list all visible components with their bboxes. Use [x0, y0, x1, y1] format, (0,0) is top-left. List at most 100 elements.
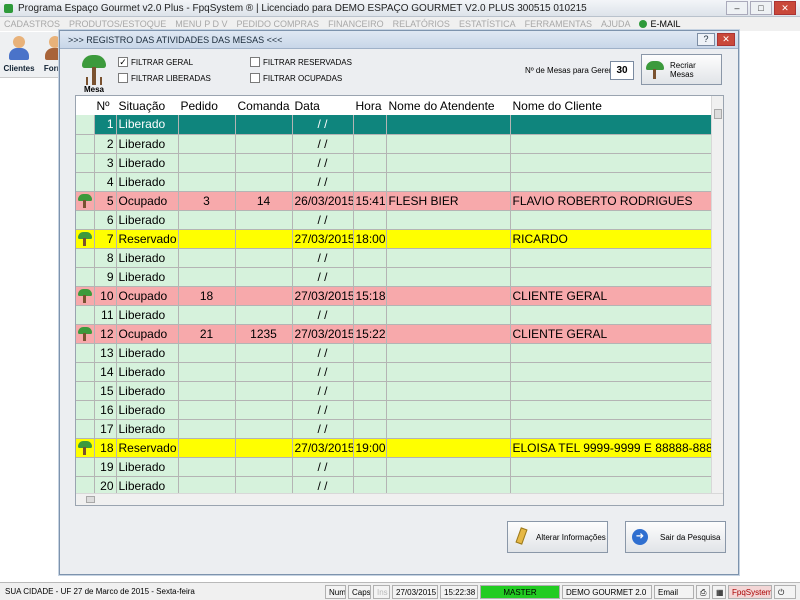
table-row[interactable]: 2 Liberado / /: [76, 134, 713, 154]
cell-n: 10: [94, 286, 117, 306]
menu-item[interactable]: PRODUTOS/ESTOQUE: [69, 19, 166, 29]
table-row[interactable]: 12 Ocupado 21 1235 27/03/2015 15:22 CLIENTE GE…: [76, 324, 713, 344]
menu-item[interactable]: MENU P D V: [175, 19, 227, 29]
table-row[interactable]: 7 Reservado 27/03/2015 18:00 RICARDO: [76, 229, 713, 249]
calculator-icon[interactable]: ▦: [712, 585, 726, 599]
cell-com: [235, 457, 293, 477]
cell-n: 11: [94, 305, 117, 325]
help-button[interactable]: ?: [697, 33, 715, 46]
fpqsystem-badge: FpqSystem: [728, 585, 772, 599]
sair-pesquisa-button[interactable]: ➜ Sair da Pesquisa: [625, 521, 726, 553]
column-header[interactable]: Data: [292, 96, 354, 115]
column-header[interactable]: Nome do Cliente: [510, 96, 713, 115]
scroll-thumb[interactable]: [714, 109, 722, 119]
filter-reservadas-checkbox[interactable]: FILTRAR RESERVADAS: [250, 57, 352, 67]
table-row[interactable]: 9 Liberado / /: [76, 267, 713, 287]
cell-n: 8: [94, 248, 117, 268]
cell-hora: [353, 343, 387, 363]
menu-item[interactable]: ESTATÍSTICA: [459, 19, 516, 29]
alterar-informacoes-button[interactable]: Alterar Informações: [507, 521, 608, 553]
cell-n: 2: [94, 134, 117, 154]
minimize-button[interactable]: –: [726, 1, 748, 15]
table-row[interactable]: 4 Liberado / /: [76, 172, 713, 192]
column-header[interactable]: Pedido: [178, 96, 236, 115]
menu-item[interactable]: FINANCEIRO: [328, 19, 384, 29]
horizontal-scrollbar[interactable]: [76, 493, 723, 505]
pencil-icon: [514, 528, 526, 546]
menu-item-email[interactable]: E-MAIL: [639, 19, 689, 29]
cell-cli: [510, 153, 713, 173]
clients-icon: [8, 36, 30, 60]
cell-n: 15: [94, 381, 117, 401]
cell-n: 18: [94, 438, 117, 458]
menu-item[interactable]: AJUDA: [601, 19, 631, 29]
cell-cli: [510, 457, 713, 477]
row-indicator: [76, 286, 95, 306]
status-ins: Ins: [373, 585, 390, 599]
table-row[interactable]: 1 Liberado / /: [76, 115, 713, 135]
cell-data: / /: [292, 362, 354, 382]
menu-item[interactable]: CADASTROS: [4, 19, 60, 29]
column-header[interactable]: Hora: [353, 96, 387, 115]
cell-sit: Liberado: [116, 267, 179, 287]
table-row[interactable]: 10 Ocupado 18 27/03/2015 15:18 CLIENTE GERAL: [76, 286, 713, 306]
recriar-mesas-button[interactable]: Recriar Mesas: [641, 54, 722, 85]
table-row[interactable]: 6 Liberado / /: [76, 210, 713, 230]
table-row[interactable]: 17 Liberado / /: [76, 419, 713, 439]
dialog-close-button[interactable]: ✕: [717, 33, 735, 46]
close-window-button[interactable]: ✕: [774, 1, 796, 15]
table-row[interactable]: 18 Reservado 27/03/2015 19:00 ELOISA TEL 999…: [76, 438, 713, 458]
cell-com: [235, 305, 293, 325]
column-header[interactable]: Nº: [94, 96, 117, 115]
cell-cli: [510, 419, 713, 439]
cell-hora: 18:00: [353, 229, 387, 249]
filter-liberadas-checkbox[interactable]: FILTRAR LIBERADAS: [118, 73, 211, 83]
checkbox-checked-icon: ✓: [118, 57, 128, 67]
cell-cli: [510, 115, 713, 135]
table-row[interactable]: 14 Liberado / /: [76, 362, 713, 382]
cell-aten: [386, 172, 511, 192]
mesas-count-input[interactable]: 30: [610, 61, 634, 80]
column-header[interactable]: Situação: [116, 96, 179, 115]
filter-geral-checkbox[interactable]: ✓ FILTRAR GERAL: [118, 57, 193, 67]
maximize-button[interactable]: □: [750, 1, 772, 15]
status-caps: Caps: [348, 585, 371, 599]
cell-sit: Liberado: [116, 343, 179, 363]
table-row[interactable]: 15 Liberado / /: [76, 381, 713, 401]
row-indicator: [76, 248, 95, 268]
app-title-bar: Programa Espaço Gourmet v2.0 Plus - FpqS…: [0, 0, 800, 17]
cell-ped: [178, 248, 236, 268]
email-button[interactable]: Email: [654, 585, 694, 599]
table-row[interactable]: 16 Liberado / /: [76, 400, 713, 420]
table-tree-icon: [77, 194, 92, 208]
cell-sit: Liberado: [116, 210, 179, 230]
table-row[interactable]: 13 Liberado / /: [76, 343, 713, 363]
table-row[interactable]: 3 Liberado / /: [76, 153, 713, 173]
printer-icon[interactable]: ⎙: [696, 585, 710, 599]
menu-item[interactable]: PEDIDO COMPRAS: [237, 19, 320, 29]
cell-hora: [353, 153, 387, 173]
cell-data: / /: [292, 343, 354, 363]
cell-com: [235, 134, 293, 154]
column-header[interactable]: Comanda: [235, 96, 293, 115]
tree-icon: [646, 60, 664, 79]
mesas-grid[interactable]: Nº Situação Pedido Comanda Data Hora Nom…: [75, 95, 724, 506]
status-date: 27/03/2015: [392, 585, 438, 599]
status-num: Num: [325, 585, 346, 599]
vertical-scrollbar[interactable]: [711, 96, 723, 493]
table-row[interactable]: 5 Ocupado 3 14 26/03/2015 15:41 FLESH BIER FLAV…: [76, 191, 713, 211]
scroll-thumb[interactable]: [86, 496, 95, 503]
cell-hora: 15:41: [353, 191, 387, 211]
filter-ocupadas-checkbox[interactable]: FILTRAR OCUPADAS: [250, 73, 342, 83]
table-row[interactable]: 8 Liberado / /: [76, 248, 713, 268]
cell-cli: [510, 381, 713, 401]
table-row[interactable]: 19 Liberado / /: [76, 457, 713, 477]
row-indicator: [76, 324, 95, 344]
menu-item[interactable]: RELATÓRIOS: [393, 19, 450, 29]
status-time: 15:22:38: [440, 585, 478, 599]
power-icon[interactable]: ⏻: [774, 585, 796, 599]
menu-item[interactable]: FERRAMENTAS: [525, 19, 592, 29]
table-row[interactable]: 11 Liberado / /: [76, 305, 713, 325]
clientes-button[interactable]: Clientes: [2, 34, 36, 73]
column-header[interactable]: Nome do Atendente: [386, 96, 511, 115]
